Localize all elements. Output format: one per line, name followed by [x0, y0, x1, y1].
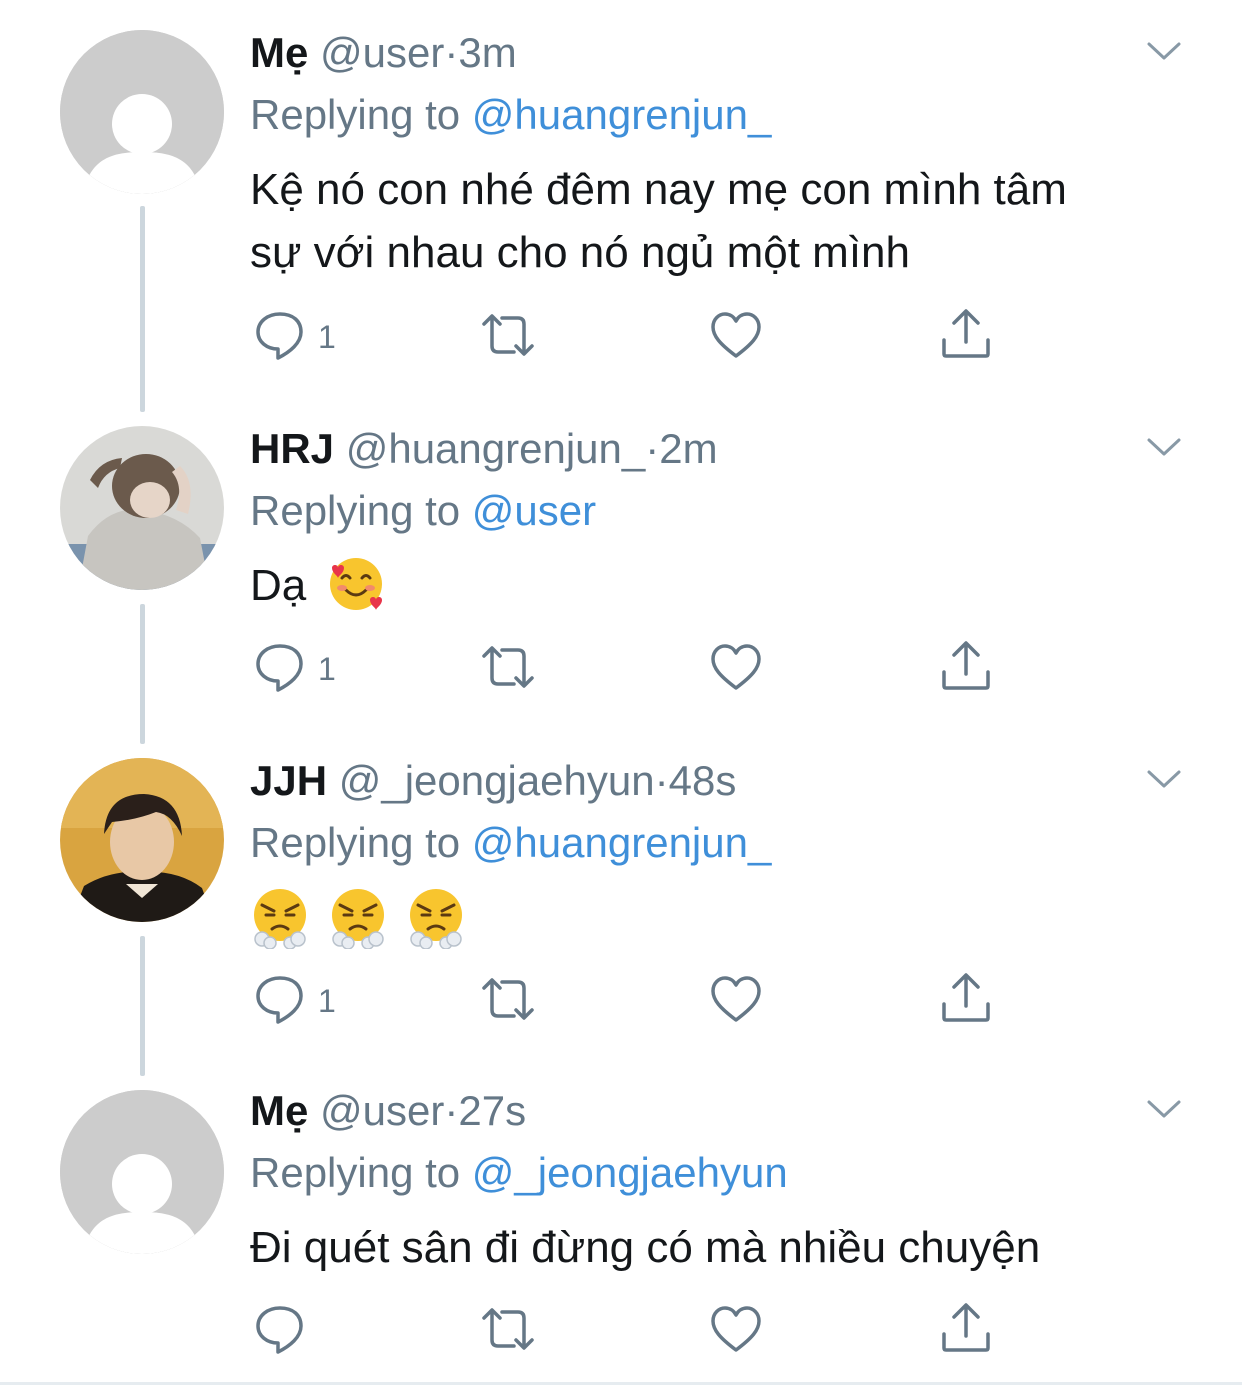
like-icon [711, 1306, 761, 1352]
mention-link[interactable]: @user [472, 487, 596, 534]
replying-to: Replying to @huangrenjun_ [250, 90, 771, 140]
reply-button[interactable]: 1 [254, 972, 354, 1028]
display-name[interactable]: JJH [250, 757, 327, 804]
replying-to: Replying to @user [250, 486, 596, 536]
reply-button[interactable]: 1 [254, 640, 354, 696]
smiling-face-with-hearts-emoji [330, 558, 383, 611]
profile-photo [60, 426, 224, 590]
tweet[interactable]: Mẹ @user·27s Replying to @_jeongjaehyun … [0, 1060, 1242, 1382]
like-button[interactable] [710, 972, 762, 1028]
display-name[interactable]: Mẹ [250, 1087, 308, 1134]
reply-icon [256, 976, 303, 1024]
timestamp[interactable]: 3m [458, 29, 516, 76]
tweet-header: Mẹ @user·27s [250, 1086, 526, 1136]
mention-link[interactable]: @huangrenjun_ [472, 91, 772, 138]
share-icon [942, 1303, 990, 1352]
avatar[interactable] [60, 426, 224, 590]
face-with-steam-from-nose-emoji [332, 889, 385, 950]
timestamp[interactable]: 48s [669, 757, 737, 804]
retweet-button[interactable] [478, 1302, 538, 1358]
share-icon [942, 641, 990, 690]
retweet-icon [482, 978, 534, 1020]
replying-to-label: Replying to [250, 819, 461, 866]
reply-count: 1 [318, 983, 336, 1019]
replying-to-label: Replying to [250, 91, 461, 138]
tweet-text: Kệ nó con nhé đêm nay mẹ con mình tâm sự… [250, 158, 1190, 284]
display-name[interactable]: HRJ [250, 425, 334, 472]
replying-to: Replying to @huangrenjun_ [250, 818, 771, 868]
display-name[interactable]: Mẹ [250, 29, 308, 76]
reply-icon [256, 312, 303, 360]
avatar[interactable] [60, 758, 224, 922]
like-button[interactable] [710, 308, 762, 364]
retweet-button[interactable] [478, 972, 538, 1028]
replying-to: Replying to @_jeongjaehyun [250, 1148, 788, 1198]
chevron-down-icon[interactable] [1146, 436, 1182, 458]
retweet-icon [482, 646, 534, 688]
replying-to-label: Replying to [250, 1149, 461, 1196]
chevron-down-icon[interactable] [1146, 1098, 1182, 1120]
reply-icon [256, 644, 303, 692]
share-button[interactable] [940, 972, 992, 1028]
default-profile-icon [60, 1090, 224, 1254]
tweet-header: HRJ @huangrenjun_·2m [250, 424, 718, 474]
avatar[interactable] [60, 1090, 224, 1254]
chevron-down-icon[interactable] [1146, 768, 1182, 790]
user-handle[interactable]: @huangrenjun_ [346, 425, 646, 472]
like-button[interactable] [710, 640, 762, 696]
share-icon [942, 973, 990, 1022]
tweet-text-line: sự với nhau cho nó ngủ một mình [250, 228, 910, 277]
reply-button[interactable] [254, 1302, 354, 1358]
tweet[interactable]: HRJ @huangrenjun_·2m Replying to @user D… [0, 396, 1242, 736]
separator-dot: · [645, 425, 660, 472]
retweet-icon [482, 1308, 534, 1350]
share-icon [942, 309, 990, 358]
user-handle[interactable]: @_jeongjaehyun [339, 757, 655, 804]
tweet-text-line: Dạ [250, 561, 307, 610]
separator-dot: · [444, 29, 459, 76]
separator-dot: · [444, 1087, 459, 1134]
user-handle[interactable]: @user [320, 1087, 444, 1134]
face-with-steam-from-nose-emoji [254, 889, 306, 950]
tweet-text: Đi quét sân đi đừng có mà nhiều chuyện [250, 1216, 1190, 1279]
like-icon [711, 976, 761, 1022]
retweet-button[interactable] [478, 640, 538, 696]
reply-count: 1 [318, 319, 336, 355]
tweet-text: Dạ [250, 554, 1190, 617]
share-button[interactable] [940, 1302, 992, 1358]
tweet-text-line: Đi quét sân đi đừng có mà nhiều chuyện [250, 1223, 1041, 1272]
tweet-text-line: Kệ nó con nhé đêm nay mẹ con mình tâm [250, 165, 1067, 214]
chevron-down-icon[interactable] [1146, 40, 1182, 62]
timestamp[interactable]: 27s [458, 1087, 526, 1134]
share-button[interactable] [940, 308, 992, 364]
like-button[interactable] [710, 1302, 762, 1358]
tweet[interactable]: JJH @_jeongjaehyun·48s Replying to @huan… [0, 728, 1242, 1068]
default-profile-icon [60, 30, 224, 194]
user-handle[interactable]: @user [320, 29, 444, 76]
profile-photo [60, 758, 224, 922]
like-icon [711, 312, 761, 358]
face-with-steam-from-nose-emoji [410, 889, 463, 950]
share-button[interactable] [940, 640, 992, 696]
tweet-text [250, 884, 1190, 950]
reply-count: 1 [318, 651, 336, 687]
tweet-header: Mẹ @user·3m [250, 28, 517, 78]
tweet[interactable]: Mẹ @user·3m Replying to @huangrenjun_ Kệ… [0, 0, 1242, 400]
retweet-icon [482, 314, 534, 356]
mention-link[interactable]: @_jeongjaehyun [472, 1149, 788, 1196]
separator-dot: · [654, 757, 669, 804]
timestamp[interactable]: 2m [659, 425, 717, 472]
reply-button[interactable]: 1 [254, 308, 354, 364]
avatar[interactable] [60, 30, 224, 194]
like-icon [711, 644, 761, 690]
reply-icon [256, 1306, 303, 1354]
retweet-button[interactable] [478, 308, 538, 364]
replying-to-label: Replying to [250, 487, 461, 534]
mention-link[interactable]: @huangrenjun_ [472, 819, 772, 866]
tweet-header: JJH @_jeongjaehyun·48s [250, 756, 736, 806]
